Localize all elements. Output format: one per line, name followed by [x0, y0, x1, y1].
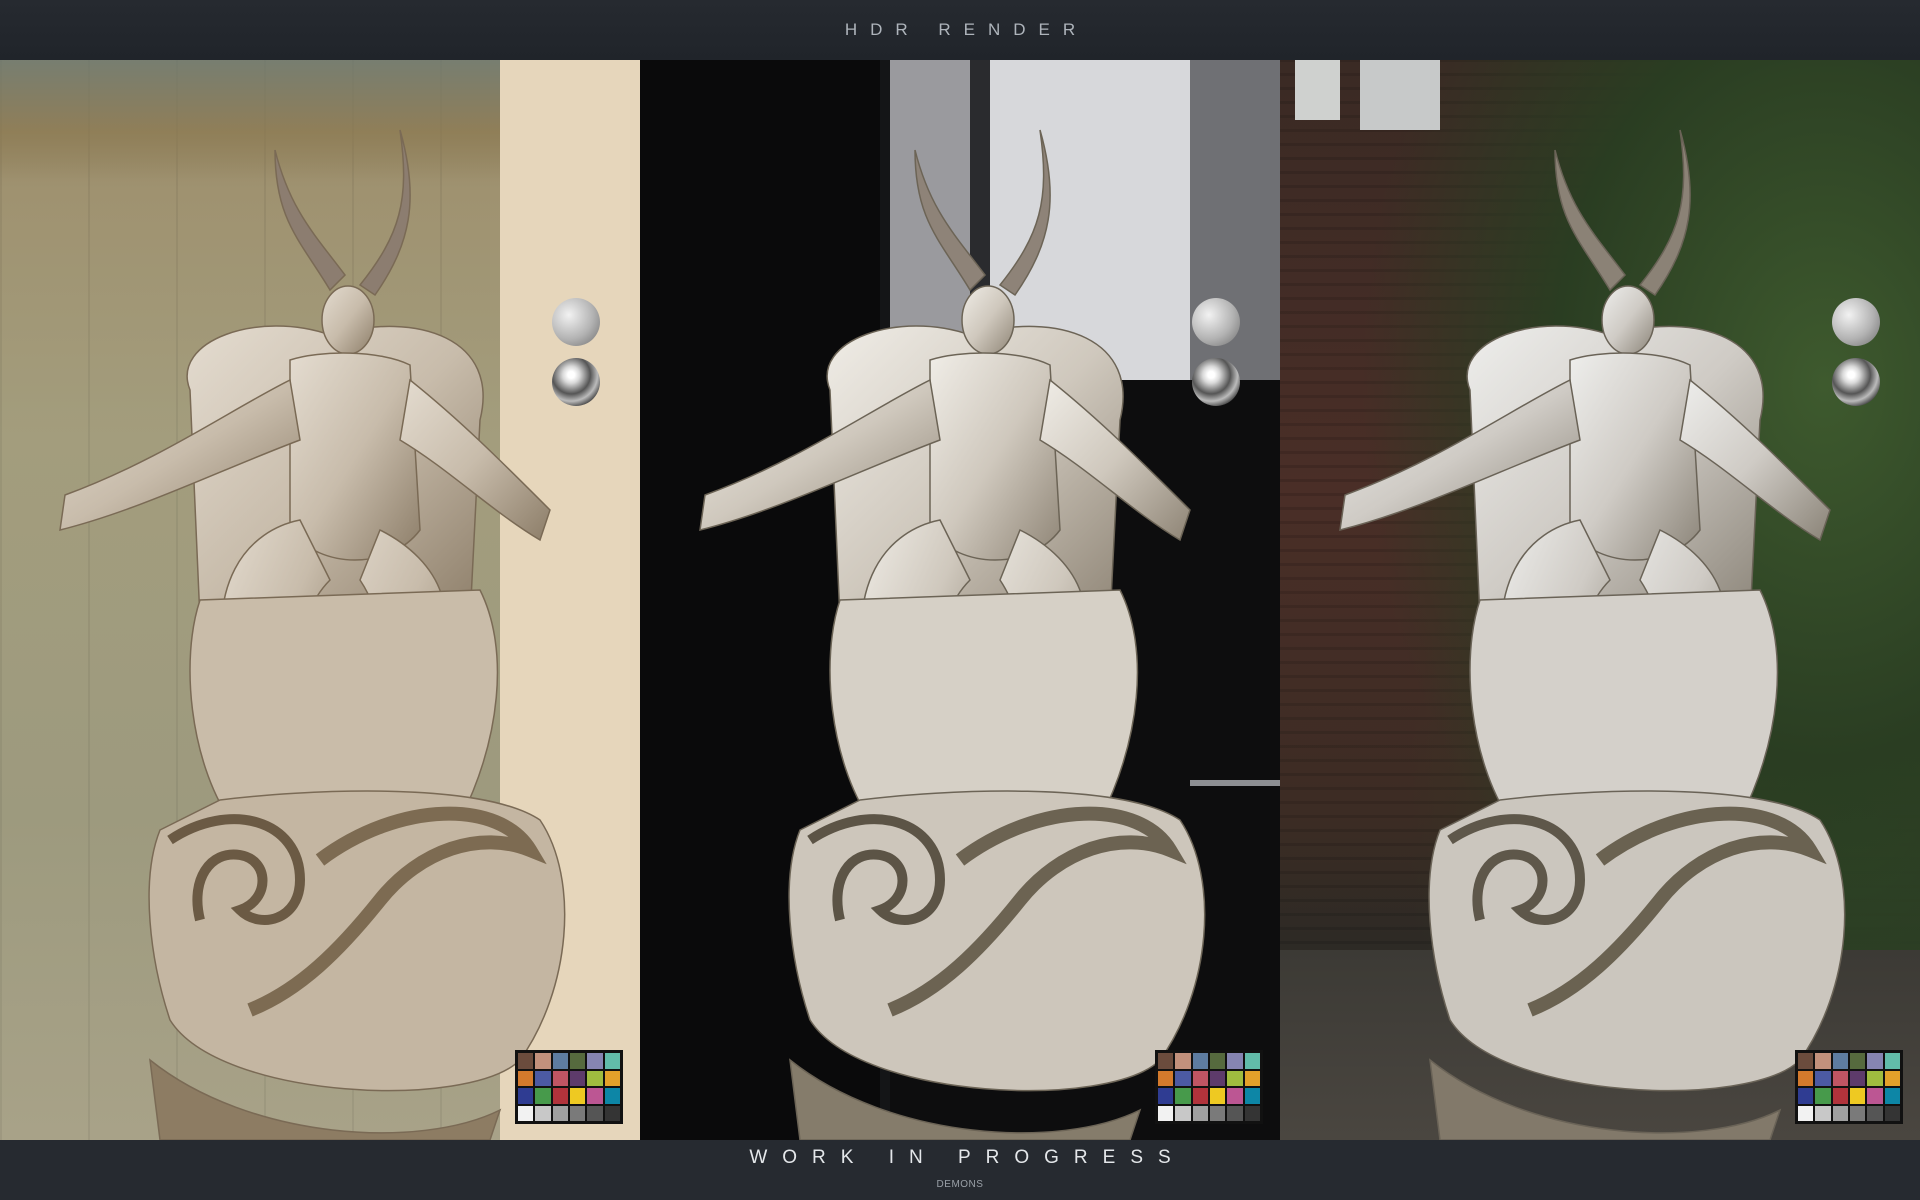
checker-swatch [1798, 1088, 1814, 1104]
checker-swatch [1158, 1088, 1174, 1104]
checker-swatch [1244, 1088, 1260, 1104]
checker-swatch [535, 1053, 551, 1069]
color-checker-chart [1155, 1050, 1263, 1124]
checker-swatch [1798, 1053, 1814, 1069]
checker-swatch [1867, 1105, 1883, 1121]
checker-swatch [1849, 1088, 1866, 1104]
checker-swatch [1867, 1088, 1883, 1104]
render-panel-brick-courtyard [1280, 60, 1920, 1140]
checker-swatch [1175, 1053, 1191, 1069]
checker-swatch [1209, 1088, 1226, 1104]
checker-swatch [569, 1053, 586, 1069]
checker-swatch [1798, 1105, 1814, 1121]
checker-swatch [604, 1105, 620, 1121]
checker-swatch [587, 1088, 603, 1104]
checker-swatch [518, 1053, 534, 1069]
chrome-reference-sphere [552, 358, 600, 406]
checker-swatch [552, 1053, 568, 1069]
checker-swatch [569, 1105, 586, 1121]
checker-swatch [569, 1070, 586, 1086]
checker-swatch [1867, 1053, 1883, 1069]
checker-swatch [1192, 1105, 1208, 1121]
checker-swatch [1227, 1053, 1243, 1069]
statue-render [59, 129, 566, 1140]
render-panels [0, 60, 1920, 1140]
checker-swatch [569, 1088, 586, 1104]
color-checker-chart [1795, 1050, 1903, 1124]
checker-swatch [1884, 1088, 1900, 1104]
checker-swatch [1815, 1088, 1831, 1104]
checker-swatch [604, 1088, 620, 1104]
checker-swatch [1192, 1070, 1208, 1086]
checker-swatch [1192, 1088, 1208, 1104]
checker-swatch [1832, 1053, 1848, 1069]
checker-swatch [604, 1053, 620, 1069]
checker-swatch [1209, 1053, 1226, 1069]
checker-swatch [552, 1088, 568, 1104]
checker-swatch [587, 1053, 603, 1069]
header-bar: HDR RENDER [0, 0, 1920, 60]
render-panel-dark-studio [640, 60, 1280, 1140]
checker-swatch [1175, 1088, 1191, 1104]
checker-swatch [1815, 1105, 1831, 1121]
grey-reference-sphere [1832, 298, 1880, 346]
checker-swatch [1209, 1105, 1226, 1121]
checker-swatch [1244, 1105, 1260, 1121]
checker-swatch [1244, 1070, 1260, 1086]
checker-swatch [604, 1070, 620, 1086]
checker-swatch [1832, 1088, 1848, 1104]
render-panel-weathered-wall [0, 60, 640, 1140]
footer-caption: DEMONS [936, 1179, 984, 1190]
checker-swatch [1867, 1070, 1883, 1086]
checker-swatch [518, 1105, 534, 1121]
chrome-reference-sphere [1192, 358, 1240, 406]
checker-swatch [1209, 1070, 1226, 1086]
checker-swatch [1884, 1070, 1900, 1086]
checker-swatch [1158, 1053, 1174, 1069]
checker-swatch [587, 1070, 603, 1086]
chrome-reference-sphere [1832, 358, 1880, 406]
checker-swatch [1849, 1105, 1866, 1121]
checker-swatch [1175, 1105, 1191, 1121]
checker-swatch [535, 1070, 551, 1086]
checker-swatch [518, 1088, 534, 1104]
checker-swatch [518, 1070, 534, 1086]
checker-swatch [1798, 1070, 1814, 1086]
checker-swatch [1244, 1053, 1260, 1069]
checker-swatch [1158, 1070, 1174, 1086]
checker-swatch [1849, 1070, 1866, 1086]
checker-swatch [535, 1105, 551, 1121]
checker-swatch [1192, 1053, 1208, 1069]
footer-subtitle: WORK IN PROGRESS [749, 1147, 1186, 1168]
checker-swatch [1884, 1053, 1900, 1069]
grey-reference-sphere [1192, 298, 1240, 346]
statue-render [699, 129, 1206, 1140]
page-title: HDR RENDER [844, 20, 1089, 39]
color-checker-chart [515, 1050, 623, 1124]
checker-swatch [1884, 1105, 1900, 1121]
checker-swatch [1815, 1053, 1831, 1069]
checker-swatch [1158, 1105, 1174, 1121]
checker-swatch [1227, 1070, 1243, 1086]
grey-reference-sphere [552, 298, 600, 346]
checker-swatch [1832, 1105, 1848, 1121]
statue-render [1339, 129, 1846, 1140]
checker-swatch [535, 1088, 551, 1104]
checker-swatch [552, 1105, 568, 1121]
checker-swatch [1227, 1088, 1243, 1104]
checker-swatch [1832, 1070, 1848, 1086]
checker-swatch [1849, 1053, 1866, 1069]
checker-swatch [1227, 1105, 1243, 1121]
checker-swatch [552, 1070, 568, 1086]
checker-swatch [587, 1105, 603, 1121]
checker-swatch [1175, 1070, 1191, 1086]
checker-swatch [1815, 1070, 1831, 1086]
